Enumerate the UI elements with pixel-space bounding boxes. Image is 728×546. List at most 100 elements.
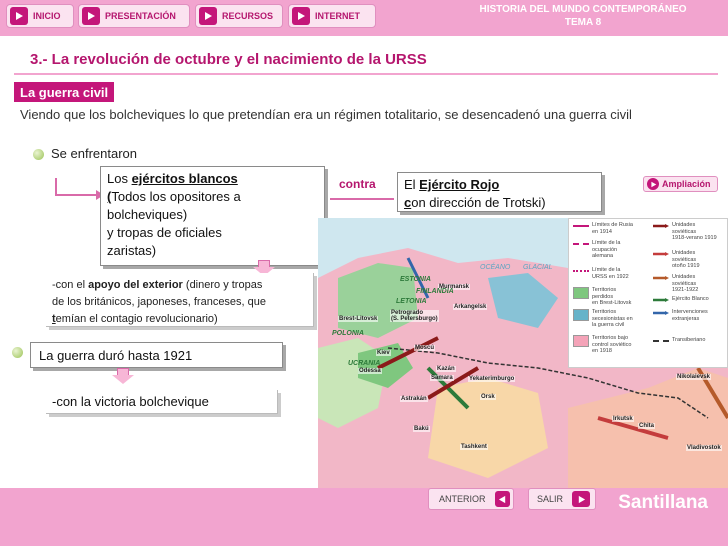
rojo-pre: El [404, 177, 420, 192]
play-icon [82, 7, 100, 25]
apoyo-l3: emían el contagio revolucionario) [55, 313, 218, 325]
play-icon [10, 7, 28, 25]
city-label: Chita [638, 423, 655, 429]
region-label: ESTONIA [400, 276, 431, 283]
city-label: Orsk [480, 394, 496, 400]
map-legend: Límites de Rusia en 1914 Límite de la ocu… [568, 218, 728, 368]
apoyo-exterior-box: -con el apoyo del exterior (dinero y tro… [46, 273, 314, 327]
city-label: Brest-Litovsk [338, 316, 379, 322]
region-label: FINLANDIA [416, 288, 454, 295]
legend-item: Territorios bajo control soviético en 19… [573, 335, 631, 355]
blancos-l3: bolcheviques) [107, 207, 188, 222]
app-title: HISTORIA DEL MUNDO CONTEMPORÁNEO TEMA 8 [468, 3, 698, 29]
ejercitos-blancos-link[interactable]: ejércitos blancos [132, 171, 238, 186]
city-label: Odessa [358, 368, 382, 374]
city-label: Petrogrado (S. Petersburgo) [390, 310, 439, 322]
city-label: Moscú [414, 345, 436, 351]
legend-swatch [653, 276, 669, 280]
city-label: Vladivostok [686, 445, 722, 451]
legend-label: Territorios perdidos en Brest-Litovsk [592, 287, 632, 306]
play-icon [292, 7, 310, 25]
city-label: Tashkent [460, 444, 488, 450]
ejercito-rojo-link[interactable]: Ejército Rojo [419, 177, 499, 192]
inicio-label: INICIO [33, 11, 61, 21]
rojo-l2: on dirección de Trotski) [411, 195, 546, 210]
guerra-duro-box: La guerra duró hasta 1921 [30, 342, 283, 368]
apoyo-l2: de los británicos, japoneses, franceses,… [52, 296, 267, 308]
salir-label: SALIR [537, 494, 564, 504]
legend-item: Unidades soviéticas 1921-1922 [653, 274, 698, 294]
brand-logo: Santillana [618, 492, 708, 513]
city-label: Irkutsk [612, 416, 634, 422]
legend-swatch [573, 225, 589, 233]
ampliacion-button[interactable]: Ampliación [643, 176, 718, 192]
ejercitos-blancos-box: Los ejércitos blancos (Todos los oposito… [100, 166, 325, 266]
legend-swatch [653, 340, 669, 348]
legend-label: Unidades soviéticas otoño 1919 [672, 250, 700, 269]
play-icon [199, 7, 217, 25]
blancos-l5: zaristas) [107, 243, 157, 258]
blancos-l2: Todos los opositores a [111, 189, 241, 204]
legend-label: Intervenciones extranjeras [672, 309, 708, 322]
contra-connector [330, 198, 394, 200]
legend-swatch [573, 335, 589, 347]
contra-label: contra [339, 177, 376, 191]
legend-item: Límite de la URSS en 1922 [573, 267, 629, 280]
recursos-button[interactable]: RECURSOS [195, 4, 283, 28]
legend-label: Unidades soviéticas 1918-verano 1919 [672, 222, 717, 241]
legend-item: Territorios secesionistas en la guerra c… [573, 309, 633, 329]
legend-item: Límites de Rusia en 1914 [573, 222, 633, 235]
blancos-l4: y tropas de oficiales [107, 225, 222, 240]
city-label: Arkangelsk [453, 304, 488, 310]
salir-button[interactable]: SALIR [528, 488, 596, 510]
legend-swatch [573, 309, 589, 321]
anterior-button[interactable]: ANTERIOR [428, 488, 514, 510]
legend-swatch [653, 311, 669, 315]
region-label: LETONIA [396, 298, 427, 305]
ejercito-rojo-box: El Ejército Rojo con dirección de Trotsk… [397, 172, 602, 212]
guerra-duro-text: La guerra duró hasta 1921 [39, 348, 193, 363]
bullet-icon [33, 149, 44, 160]
legend-item: Límite de la ocupación alemana [573, 240, 620, 260]
play-icon [647, 178, 659, 190]
region-label: POLONIA [332, 330, 364, 337]
apoyo-pre: -con el [52, 279, 89, 291]
section-heading: La guerra civil [14, 82, 115, 102]
legend-label: Unidades soviéticas 1921-1922 [672, 274, 699, 293]
legend-label: Límite de la ocupación alemana [592, 240, 621, 259]
legend-item: Unidades soviéticas otoño 1919 [653, 250, 700, 270]
legend-swatch [653, 224, 669, 228]
app-title-line1: HISTORIA DEL MUNDO CONTEMPORÁNEO [479, 4, 687, 15]
apoyo-post: (dinero y tropas [182, 279, 263, 291]
legend-label: Transiberiano [672, 337, 706, 343]
inicio-button[interactable]: INICIO [6, 4, 74, 28]
presentacion-label: PRESENTACIÓN [105, 11, 176, 21]
intro-text: Viendo que los bolcheviques lo que prete… [20, 107, 632, 122]
anterior-label: ANTERIOR [439, 494, 486, 504]
city-label: Bakú [413, 426, 430, 432]
legend-label: Límite de la URSS en 1922 [592, 267, 629, 280]
legend-item: Unidades soviéticas 1918-verano 1919 [653, 222, 717, 242]
bullet-icon [12, 347, 23, 358]
arrow-right-icon [572, 491, 591, 507]
app-title-line2: TEMA 8 [564, 17, 602, 28]
down-arrow-icon [112, 368, 134, 384]
sea-label: OCÉANO [480, 264, 511, 271]
title-divider [14, 73, 718, 75]
legend-swatch [573, 243, 589, 251]
apoyo-strong: apoyo del exterior [88, 279, 183, 291]
connector-line [55, 178, 100, 196]
ampliacion-label: Ampliación [662, 179, 711, 189]
legend-label: Territorios bajo control soviético en 19… [592, 335, 632, 354]
victoria-box: -con la victoria bolchevique [46, 390, 278, 414]
legend-item: Ejército Blanco [653, 296, 709, 303]
legend-item: Transiberiano [653, 337, 705, 348]
legend-item: Intervenciones extranjeras [653, 309, 708, 322]
presentacion-button[interactable]: PRESENTACIÓN [78, 4, 190, 28]
legend-label: Territorios secesionistas en la guerra c… [592, 309, 633, 328]
city-label: Kiev [376, 350, 391, 356]
legend-swatch [573, 287, 589, 299]
internet-button[interactable]: INTERNET [288, 4, 376, 28]
arrow-left-icon [494, 491, 510, 507]
recursos-label: RECURSOS [222, 11, 274, 21]
